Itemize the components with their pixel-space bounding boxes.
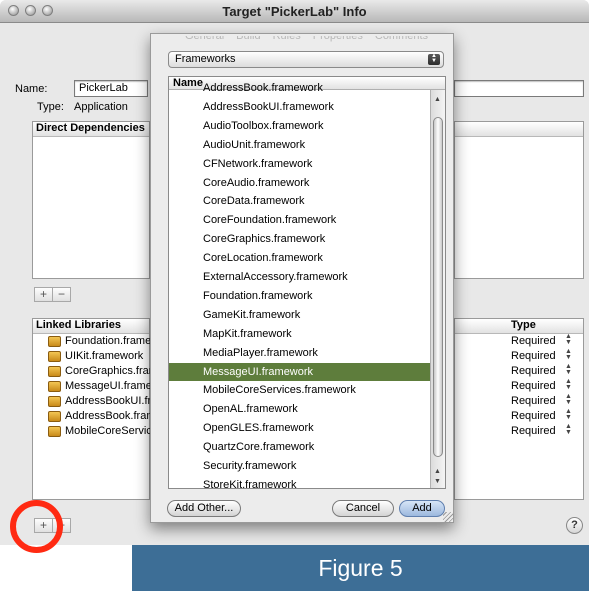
- framework-icon: [48, 351, 61, 362]
- linked-libraries-type-panel: Type Required ▲ ▼ Required ▲ ▼ Required ▲ ▼ Re…: [454, 318, 584, 500]
- list-item[interactable]: Security.framework: [169, 457, 431, 475]
- scrollbar-thumb[interactable]: [433, 117, 443, 457]
- window-title: Target "PickerLab" Info: [222, 4, 367, 19]
- list-item[interactable]: MobileCoreServices.framework: [33, 424, 218, 439]
- list-item[interactable]: CoreFoundation.framework: [169, 211, 431, 229]
- list-item[interactable]: StoreKit.framework: [169, 476, 431, 488]
- list-item[interactable]: AddressBook.framework: [33, 409, 185, 424]
- popup-arrows-icon: ▲ ▼: [428, 53, 440, 65]
- list-item[interactable]: AddressBook.framework: [169, 79, 431, 97]
- tab-comments[interactable]: Comments: [375, 36, 428, 47]
- table-row: Required ▲ ▼: [511, 333, 572, 347]
- figure-caption: Figure 5: [132, 545, 589, 591]
- scroll-down-arrow-icon[interactable]: ▼: [434, 478, 441, 485]
- target-info-window: Target "PickerLab" Info Name: PickerLab …: [0, 0, 589, 545]
- help-button[interactable]: ?: [566, 517, 583, 534]
- type-stepper-icon[interactable]: ▲ ▼: [565, 363, 572, 376]
- add-frameworks-sheet: General Build Rules Properties Comments …: [150, 33, 454, 523]
- type-stepper-icon[interactable]: ▲ ▼: [565, 378, 572, 391]
- cancel-button[interactable]: Cancel: [332, 500, 394, 517]
- direct-dependencies-panel: Direct Dependencies: [32, 121, 150, 279]
- name-label: Name:: [15, 83, 48, 95]
- framework-icon: [48, 336, 61, 347]
- tab-properties[interactable]: Properties: [313, 36, 363, 47]
- direct-dependencies-panel-right: [454, 121, 584, 279]
- list-item[interactable]: GameKit.framework: [169, 306, 431, 324]
- type-stepper-icon[interactable]: ▲ ▼: [565, 333, 572, 346]
- list-item[interactable]: CoreData.framework: [169, 192, 431, 210]
- list-item[interactable]: CoreLocation.framework: [169, 249, 431, 267]
- list-item[interactable]: Foundation.framework: [33, 334, 174, 349]
- list-item[interactable]: MobileCoreServices.framework: [169, 381, 431, 399]
- list-item[interactable]: CoreGraphics.framework: [169, 230, 431, 248]
- tab-build[interactable]: Build: [236, 36, 260, 47]
- table-row: Required ▲ ▼: [511, 423, 572, 437]
- framework-source-value: Frameworks: [175, 53, 236, 65]
- highlight-circle: [10, 500, 63, 553]
- list-item[interactable]: CoreAudio.framework: [169, 174, 431, 192]
- list-item[interactable]: UIKit.framework: [33, 349, 149, 364]
- add-other-button[interactable]: Add Other...: [167, 500, 241, 517]
- framework-icon: [48, 396, 61, 407]
- list-item[interactable]: OpenGLES.framework: [169, 419, 431, 437]
- list-item[interactable]: AddressBookUI.framework: [33, 394, 196, 409]
- resize-grip-icon[interactable]: [443, 512, 453, 522]
- type-label: Type:: [37, 101, 64, 113]
- framework-icon: [48, 381, 61, 392]
- list-item[interactable]: MessageUI.framework: [169, 362, 431, 381]
- scroll-up-arrow-icon[interactable]: ▲: [434, 468, 441, 475]
- direct-dependencies-header: Direct Dependencies: [33, 122, 149, 137]
- scroll-up-icon[interactable]: ▲: [434, 96, 441, 103]
- framework-icon: [48, 366, 61, 377]
- framework-source-popup[interactable]: Frameworks ▲ ▼: [168, 51, 444, 68]
- framework-icon: [48, 426, 61, 437]
- list-item[interactable]: AddressBookUI.framework: [169, 98, 431, 116]
- list-item[interactable]: CoreGraphics.framework: [33, 364, 187, 379]
- tab-general[interactable]: General: [185, 36, 224, 47]
- frameworks-scrollbar[interactable]: ▲ ▲ ▼: [430, 90, 445, 488]
- list-item[interactable]: MediaPlayer.framework: [169, 344, 431, 362]
- remove-dependency-button[interactable]: −: [53, 288, 70, 301]
- linked-libraries-list: Foundation.framework UIKit.framework Cor…: [33, 334, 218, 439]
- add-button[interactable]: Add: [399, 500, 445, 517]
- name-field-right-segment[interactable]: [454, 80, 584, 97]
- tab-rules[interactable]: Rules: [273, 36, 301, 47]
- type-stepper-icon[interactable]: ▲ ▼: [565, 423, 572, 436]
- type-stepper-icon[interactable]: ▲ ▼: [565, 408, 572, 421]
- type-column-header: Type: [455, 319, 583, 334]
- list-item[interactable]: Foundation.framework: [169, 287, 431, 305]
- table-row: Required ▲ ▼: [511, 378, 572, 392]
- linked-libraries-header: Linked Libraries: [33, 319, 149, 334]
- type-stepper-icon[interactable]: ▲ ▼: [565, 393, 572, 406]
- list-item[interactable]: ExternalAccessory.framework: [169, 268, 431, 286]
- list-item[interactable]: AudioUnit.framework: [169, 136, 431, 154]
- table-row: Required ▲ ▼: [511, 363, 572, 377]
- table-row: Required ▲ ▼: [511, 348, 572, 362]
- table-row: Required ▲ ▼: [511, 408, 572, 422]
- dependencies-header-right: [455, 122, 583, 137]
- type-column: Required ▲ ▼ Required ▲ ▼ Required ▲ ▼ Require…: [455, 333, 583, 439]
- framework-icon: [48, 411, 61, 422]
- list-item[interactable]: CFNetwork.framework: [169, 155, 431, 173]
- linked-libraries-panel: Linked Libraries Foundation.framework UI…: [32, 318, 218, 500]
- type-stepper-icon[interactable]: ▲ ▼: [565, 348, 572, 361]
- table-row: Required ▲ ▼: [511, 393, 572, 407]
- list-item[interactable]: MapKit.framework: [169, 325, 431, 343]
- add-dependency-button[interactable]: +: [35, 288, 53, 301]
- dependencies-plus-minus: + −: [34, 287, 71, 302]
- list-item[interactable]: OpenAL.framework: [169, 400, 431, 418]
- list-item[interactable]: AudioToolbox.framework: [169, 117, 431, 135]
- name-field[interactable]: PickerLab: [74, 80, 148, 97]
- frameworks-list[interactable]: Name AddressBook.framework AddressBookUI.…: [168, 76, 446, 489]
- list-item[interactable]: MessageUI.framework: [33, 379, 175, 394]
- tab-bar-behind-sheet: General Build Rules Properties Comments: [151, 36, 453, 48]
- type-value: Application: [74, 101, 128, 113]
- list-item[interactable]: QuartzCore.framework: [169, 438, 431, 456]
- title-bar[interactable]: Target "PickerLab" Info: [0, 0, 589, 23]
